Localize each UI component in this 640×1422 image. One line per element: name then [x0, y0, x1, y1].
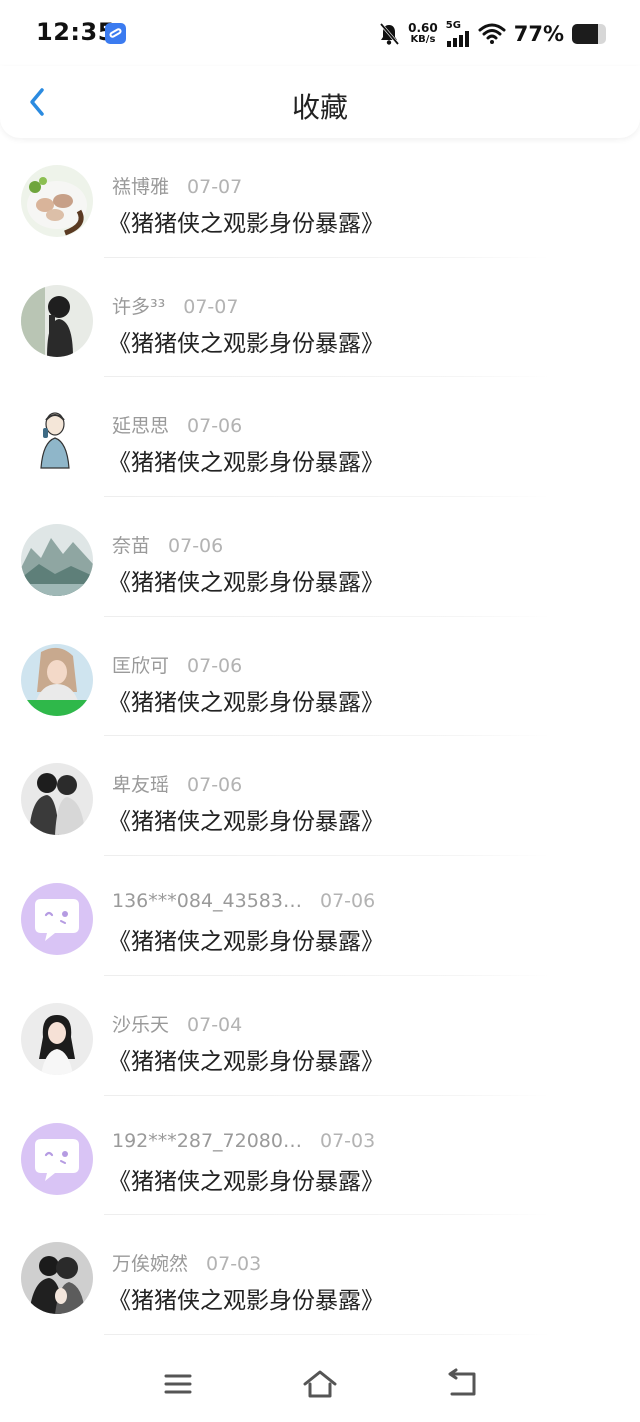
battery-icon: [572, 24, 606, 44]
list-item[interactable]: 沙乐天 07-04 《猪猪侠之观影身份暴露》: [0, 976, 640, 1096]
item-meta: 卑友瑶 07-06: [112, 770, 242, 797]
back-icon[interactable]: [442, 1364, 482, 1404]
list-item[interactable]: 卑友瑶 07-06 《猪猪侠之观影身份暴露》: [0, 736, 640, 857]
user-name: 192***287_72080…: [112, 1129, 302, 1152]
user-name: 奈苗: [112, 535, 151, 558]
item-date: 07-06: [319, 890, 376, 913]
item-date: 07-06: [187, 774, 243, 797]
item-date: 07-03: [319, 1129, 376, 1152]
item-meta: 许多³³ 07-07: [112, 292, 238, 319]
avatar[interactable]: [21, 284, 93, 357]
item-meta: 奈苗 07-06: [112, 531, 223, 558]
item-title: 《猪猪侠之观影身份暴露》: [108, 1048, 384, 1075]
list-item[interactable]: 192***287_72080… 07-03 《猪猪侠之观影身份暴露》: [0, 1096, 640, 1216]
avatar[interactable]: [21, 524, 93, 597]
item-meta: 136***084_43583… 07-06: [112, 890, 375, 912]
list-item[interactable]: 奈苗 07-06 《猪猪侠之观影身份暴露》: [0, 497, 640, 617]
user-name: 卑友瑶: [112, 774, 170, 797]
app-notification-icon: [105, 23, 126, 44]
divider: [104, 1333, 550, 1335]
list-item[interactable]: 延思思 07-06 《猪猪侠之观影身份暴露》: [0, 377, 640, 498]
user-name: 136***084_43583…: [112, 890, 302, 913]
item-date: 07-06: [187, 654, 243, 677]
item-meta: 192***287_72080… 07-03: [112, 1130, 375, 1152]
item-meta: 禚博雅 07-07: [112, 172, 242, 199]
list-item[interactable]: 匡欣可 07-06 《猪猪侠之观影身份暴露》: [0, 617, 640, 737]
battery-fill: [572, 24, 599, 44]
item-title: 《猪猪侠之观影身份暴露》: [108, 1168, 384, 1195]
system-nav-bar: [0, 1346, 640, 1422]
signal-icon: [446, 31, 469, 47]
avatar[interactable]: [21, 1002, 93, 1075]
net-speed-unit: KB/s: [410, 34, 436, 45]
item-meta: 延思思 07-06: [112, 411, 242, 438]
item-date: 07-07: [183, 295, 239, 318]
user-name: 沙乐天: [112, 1013, 170, 1036]
page-title: 收藏: [291, 91, 348, 124]
status-bar: 12:35 0.60 KB/s 5G 77%: [0, 0, 640, 66]
list-item[interactable]: 136***084_43583… 07-06 《猪猪侠之观影身份暴露》: [0, 856, 640, 976]
avatar[interactable]: [21, 643, 93, 716]
status-icons: 0.60 KB/s 5G 77%: [378, 20, 606, 48]
user-name: 许多³³: [112, 295, 166, 318]
avatar[interactable]: [21, 763, 93, 836]
user-name: 万俟婉然: [112, 1253, 189, 1276]
item-title: 《猪猪侠之观影身份暴露》: [108, 570, 384, 597]
default-avatar-chat-icon[interactable]: [21, 1122, 93, 1195]
item-meta: 万俟婉然 07-03: [112, 1249, 261, 1276]
item-title: 《猪猪侠之观影身份暴露》: [108, 330, 384, 357]
item-title: 《猪猪侠之观影身份暴露》: [108, 450, 384, 477]
avatar[interactable]: [21, 404, 93, 477]
list-item[interactable]: 万俟婉然 07-03 《猪猪侠之观影身份暴露》: [0, 1215, 640, 1335]
item-date: 07-07: [187, 176, 243, 198]
home-icon[interactable]: [300, 1364, 340, 1404]
list-item[interactable]: 许多³³ 07-07 《猪猪侠之观影身份暴露》: [0, 258, 640, 378]
network-type: 5G: [445, 20, 461, 31]
signal-indicator: 5G: [446, 21, 470, 47]
status-time: 12:35: [36, 18, 115, 46]
item-title: 《猪猪侠之观影身份暴露》: [108, 809, 384, 836]
net-speed: 0.60 KB/s: [408, 21, 438, 45]
header: 收藏: [0, 66, 640, 138]
user-name: 匡欣可: [112, 654, 170, 677]
net-speed-value: 0.60: [408, 21, 438, 35]
item-title: 《猪猪侠之观影身份暴露》: [108, 929, 384, 956]
item-date: 07-04: [187, 1013, 243, 1036]
battery-percent: 77%: [513, 22, 564, 46]
wifi-icon: [478, 23, 506, 44]
item-date: 07-06: [168, 535, 224, 558]
avatar[interactable]: [21, 165, 93, 237]
user-name: 禚博雅: [112, 176, 170, 198]
item-title: 《猪猪侠之观影身份暴露》: [108, 1288, 384, 1315]
list-item[interactable]: 禚博雅 07-07 《猪猪侠之观影身份暴露》: [0, 138, 640, 258]
item-meta: 匡欣可 07-06: [112, 651, 242, 678]
user-name: 延思思: [112, 415, 170, 438]
item-date: 07-03: [206, 1253, 262, 1276]
item-meta: 沙乐天 07-04: [112, 1010, 242, 1037]
mute-bell-icon: [379, 23, 400, 45]
favorites-list: 禚博雅 07-07 《猪猪侠之观影身份暴露》 许多³³ 07-07 《猪猪侠之观影身…: [0, 138, 640, 1335]
avatar[interactable]: [21, 1242, 93, 1315]
item-date: 07-06: [187, 415, 243, 438]
item-title: 《猪猪侠之观影身份暴露》: [108, 211, 384, 237]
menu-icon[interactable]: [158, 1364, 198, 1404]
default-avatar-chat-icon[interactable]: [21, 883, 93, 956]
item-title: 《猪猪侠之观影身份暴露》: [108, 689, 384, 716]
